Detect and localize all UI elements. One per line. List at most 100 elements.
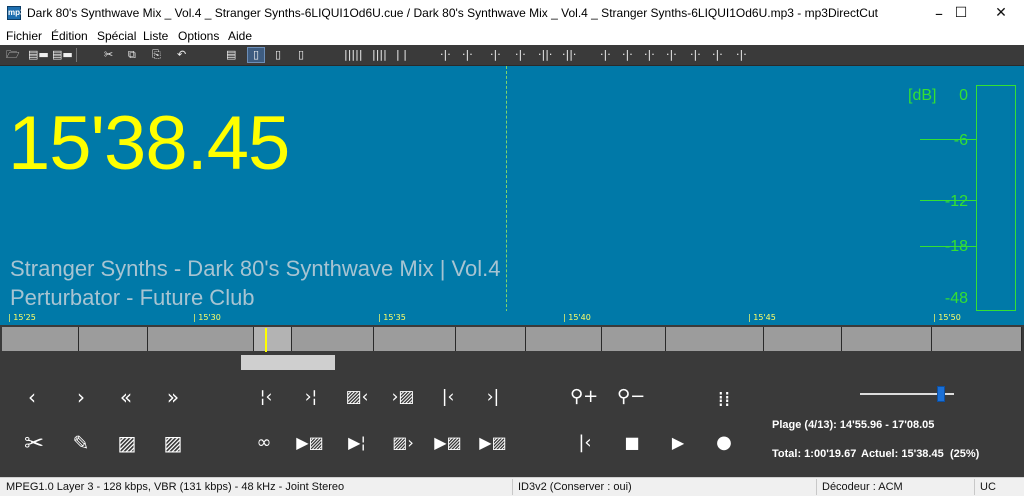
page-icon[interactable]: ▯ (247, 47, 265, 63)
playhead-marker[interactable] (265, 328, 267, 352)
window-title: Dark 80's Synthwave Mix _ Vol.4 _ Strang… (27, 6, 878, 20)
timecode: 15'38.45 (8, 101, 290, 186)
save-as-icon[interactable]: ▤▬ (52, 48, 73, 62)
play-region-icon[interactable]: ▶▨ (479, 430, 507, 456)
close-button[interactable]: ✕ (978, 0, 1024, 27)
play-to-cut-icon[interactable]: ▶¦ (343, 430, 371, 456)
ruler-tick-label: | 15'35 (378, 313, 406, 322)
menu-options[interactable]: Options (178, 29, 219, 43)
step-forward-icon[interactable]: › (67, 384, 95, 410)
time-display[interactable]: 15'38.45 Stranger Synths - Dark 80's Syn… (0, 66, 1024, 322)
time-ruler: | 15'25 | 15'30 | 15'35 | 15'40 | 15'45 … (0, 311, 1024, 325)
marker-left-icon[interactable]: ·|· (440, 48, 451, 62)
marker-icon[interactable]: ·|· (462, 48, 473, 62)
selection-start-icon[interactable]: ▨‹ (343, 384, 371, 410)
db-label-12: -12 (944, 193, 968, 210)
waveform-segment (764, 327, 842, 351)
waveform-segment (456, 327, 526, 351)
waveform-segment (602, 327, 666, 351)
marker-icon-12[interactable]: ·|· (736, 48, 747, 62)
selection-end-icon[interactable]: ›▨ (389, 384, 417, 410)
zoom-in-icon[interactable]: ⚲+ (570, 384, 598, 410)
ruler-tick-label: | 15'50 (933, 313, 961, 322)
level-meter (976, 85, 1016, 311)
skip-to-start-icon[interactable]: |‹ (571, 430, 599, 456)
menu-edition[interactable]: Édition (51, 29, 88, 43)
position-cursor-line (506, 66, 507, 322)
next-cue-icon[interactable]: ›¦ (297, 384, 325, 410)
waveform-segment (932, 327, 1022, 351)
page-icon-3[interactable]: ▯ (298, 48, 304, 62)
db-unit-label: [dB] (908, 87, 937, 104)
marker-icon-11[interactable]: ·|· (712, 48, 723, 62)
marker-icon-6[interactable]: ·|· (600, 48, 611, 62)
marker-icon-7[interactable]: ·|· (622, 48, 633, 62)
current-position: Actuel: 15'38.45 (861, 448, 944, 460)
split-icon[interactable]: ||||| (344, 48, 363, 62)
track-artist: Perturbator - Future Club (10, 285, 255, 310)
pencil-icon[interactable]: ✎ (67, 430, 95, 456)
waveform-segment-selected (254, 327, 292, 351)
play-selection-icon[interactable]: ▶▨ (292, 430, 328, 456)
open-icon[interactable]: 🗁 (6, 48, 20, 62)
scissors-icon[interactable]: ✂ (20, 430, 48, 456)
ruler-tick-label: | 15'30 (193, 313, 221, 322)
marker-icon-9[interactable]: ·|· (666, 48, 677, 62)
page-icon-2[interactable]: ▯ (275, 48, 281, 62)
pause-marker-icon[interactable]: | | (396, 48, 407, 62)
waveform-segment (292, 327, 374, 351)
fast-forward-icon[interactable]: » (159, 384, 187, 410)
toolbar: 🗁 ▤▬ ▤▬ ✂ ⧉ ⎘ ↶ ▤ ▯ ▯ ▯ ||||| |||| | | ·… (0, 45, 1024, 66)
document-icon[interactable]: ▤ (226, 48, 236, 62)
db-label-6: -6 (953, 132, 968, 149)
stop-icon[interactable]: ■ (618, 430, 646, 456)
step-back-icon[interactable]: ‹ (18, 384, 46, 410)
track-title: Stranger Synths - Dark 80's Synthwave Mi… (10, 256, 501, 281)
marker-icon-5[interactable]: ·||· (562, 48, 576, 62)
waveform-segment (2, 327, 79, 351)
status-separator (512, 479, 513, 495)
db-label-48: -48 (944, 290, 968, 307)
title-bar: mp3 Dark 80's Synthwave Mix _ Vol.4 _ St… (0, 0, 1024, 27)
marker-icon-8[interactable]: ·|· (644, 48, 655, 62)
marker-icon-10[interactable]: ·|· (690, 48, 701, 62)
cut-icon[interactable]: ✂ (104, 48, 113, 62)
split-icon-2[interactable]: |||| (372, 48, 387, 62)
waveform-segment (374, 327, 456, 351)
meter-gridline (920, 246, 976, 247)
undo-icon[interactable]: ↶ (177, 48, 186, 62)
menu-special[interactable]: Spécial (97, 29, 136, 43)
go-start-icon[interactable]: |‹ (434, 384, 462, 410)
volume-slider-thumb[interactable] (937, 386, 945, 402)
status-decoder: Décodeur : ACM (822, 481, 903, 493)
fade-out-icon[interactable]: ▨ (159, 430, 187, 456)
prev-cue-icon[interactable]: ¦‹ (252, 384, 280, 410)
marker-icon-2[interactable]: ·|· (490, 48, 501, 62)
play-end-icon[interactable]: ▶▨ (434, 430, 462, 456)
go-end-icon[interactable]: ›| (479, 384, 507, 410)
fade-in-icon[interactable]: ▨ (113, 430, 141, 456)
play-icon[interactable]: ▶ (664, 430, 692, 456)
marker-icon-4[interactable]: ·||· (538, 48, 552, 62)
level-bars-icon[interactable]: ⁞⁞ (710, 386, 738, 412)
play-from-cut-icon[interactable]: ▨› (389, 430, 417, 456)
save-icon[interactable]: ▤▬ (28, 48, 49, 62)
copy-icon[interactable]: ⧉ (128, 48, 136, 62)
menu-liste[interactable]: Liste (143, 29, 168, 43)
marker-icon-3[interactable]: ·|· (515, 48, 526, 62)
menu-fichier[interactable]: Fichier (6, 29, 42, 43)
db-label-0: 0 (959, 87, 968, 104)
zoom-out-icon[interactable]: ⚲− (617, 384, 645, 410)
paste-icon[interactable]: ⎘ (152, 48, 161, 62)
record-icon[interactable]: ● (710, 430, 738, 456)
toolbar-separator (76, 48, 77, 62)
waveform-view[interactable] (0, 325, 1024, 353)
menu-bar: Fichier Édition Spécial Liste Options Ai… (0, 27, 1024, 45)
status-format: MPEG1.0 Layer 3 - 128 kbps, VBR (131 kbp… (6, 481, 345, 493)
loop-icon[interactable]: ∞ (250, 430, 278, 456)
waveform-segment (842, 327, 932, 351)
waveform-segment (666, 327, 764, 351)
menu-aide[interactable]: Aide (228, 29, 252, 43)
fast-back-icon[interactable]: « (112, 384, 140, 410)
horizontal-scrollbar-thumb[interactable] (241, 355, 335, 370)
